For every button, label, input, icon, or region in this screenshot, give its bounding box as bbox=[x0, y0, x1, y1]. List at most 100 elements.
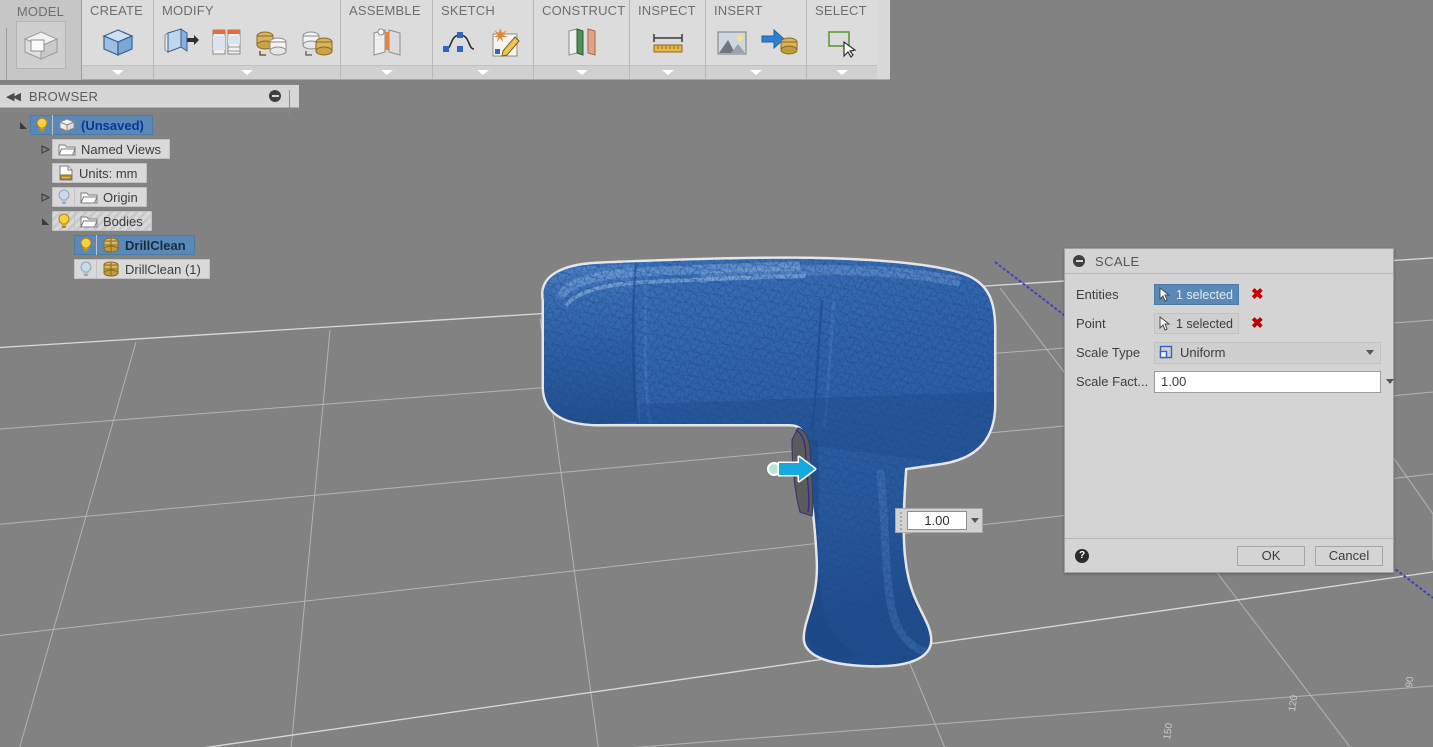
toolbar-grip[interactable] bbox=[6, 28, 11, 80]
tree-item-body[interactable]: (Unsaved) bbox=[30, 115, 153, 135]
browser-resize-grip[interactable] bbox=[289, 90, 293, 114]
units-icon bbox=[58, 165, 74, 181]
expander-closed-icon[interactable] bbox=[40, 192, 50, 202]
red-x-icon[interactable]: ✖ bbox=[1251, 287, 1264, 302]
align-icon[interactable] bbox=[210, 23, 244, 61]
tree-expander bbox=[60, 233, 74, 257]
tree-item-origin[interactable]: Origin bbox=[0, 185, 299, 209]
minus-circle-icon[interactable] bbox=[1073, 255, 1085, 267]
tree-expander[interactable] bbox=[38, 209, 52, 233]
panel-create: CREATE bbox=[82, 0, 154, 79]
manipulator-value-input[interactable]: 1.00 bbox=[895, 508, 983, 533]
visibility-toggle[interactable] bbox=[53, 211, 75, 231]
workspace-switcher-model[interactable]: MODEL bbox=[0, 0, 82, 80]
panel-create-dropdown[interactable] bbox=[82, 65, 153, 79]
panel-inspect: INSPECT bbox=[630, 0, 706, 79]
panel-construct-dropdown[interactable] bbox=[534, 65, 629, 79]
expander-closed-icon[interactable] bbox=[40, 144, 50, 154]
tree-item-bodies[interactable]: Bodies bbox=[0, 209, 299, 233]
visibility-bulb-icon[interactable] bbox=[79, 261, 93, 277]
chevron-down-icon bbox=[380, 70, 393, 75]
panel-select-dropdown[interactable] bbox=[807, 65, 877, 79]
tree-expander[interactable] bbox=[16, 113, 30, 137]
visibility-bulb-icon[interactable] bbox=[35, 117, 49, 133]
folder-icon bbox=[80, 216, 98, 227]
tree-item-drillclean-1[interactable]: DrillClean (1) bbox=[0, 257, 299, 281]
question-mark-icon[interactable]: ? bbox=[1075, 548, 1089, 563]
tree-item-unsaved[interactable]: (Unsaved) bbox=[0, 113, 299, 137]
measure-icon[interactable] bbox=[648, 23, 688, 61]
chevron-down-icon[interactable] bbox=[1386, 379, 1394, 384]
chevron-down-icon bbox=[750, 70, 762, 75]
folder-icon bbox=[58, 142, 76, 157]
visibility-toggle[interactable] bbox=[31, 115, 53, 135]
body-icon bbox=[103, 261, 119, 277]
insert-mesh-icon[interactable] bbox=[760, 23, 798, 61]
chevron-down-icon bbox=[241, 70, 253, 75]
expander-open-icon[interactable] bbox=[19, 121, 28, 130]
visibility-bulb-icon[interactable] bbox=[79, 237, 93, 253]
cancel-button[interactable]: Cancel bbox=[1315, 545, 1383, 566]
scale-type-dropdown[interactable]: Uniform bbox=[1154, 341, 1381, 364]
panel-assemble-dropdown[interactable] bbox=[341, 65, 432, 79]
visibility-toggle[interactable] bbox=[75, 235, 97, 255]
create-sketch-icon[interactable] bbox=[488, 23, 525, 61]
select-window-icon[interactable] bbox=[822, 23, 862, 61]
combine-icon[interactable] bbox=[254, 23, 290, 61]
scale-drag-arrow-icon[interactable] bbox=[765, 452, 821, 486]
panel-insert-dropdown[interactable] bbox=[706, 65, 806, 79]
ok-button[interactable]: OK bbox=[1237, 545, 1305, 566]
cube-icon bbox=[15, 21, 66, 69]
panel-inspect-dropdown[interactable] bbox=[630, 65, 705, 79]
main-toolbar: MODEL CREATE MODIFY ASSEMBLE SKETCH CONS… bbox=[0, 0, 890, 80]
box-icon[interactable] bbox=[98, 23, 138, 61]
visibility-toggle[interactable] bbox=[53, 187, 75, 207]
tree-item-drillclean[interactable]: DrillClean bbox=[0, 233, 299, 257]
visibility-bulb-icon[interactable] bbox=[57, 189, 71, 205]
scale-dialog-titlebar[interactable]: SCALE bbox=[1065, 249, 1393, 274]
folder-icon bbox=[80, 214, 98, 229]
offset-plane-icon[interactable] bbox=[562, 23, 602, 61]
tree-item-named-views[interactable]: Named Views bbox=[0, 137, 299, 161]
tree-item-body[interactable]: Bodies bbox=[52, 211, 152, 231]
scale-factor-input[interactable]: 1.00 bbox=[1154, 370, 1394, 393]
insert-canvas-icon[interactable] bbox=[714, 23, 750, 61]
workspace-label: MODEL bbox=[16, 4, 65, 19]
red-x-icon[interactable]: ✖ bbox=[1251, 316, 1264, 331]
tree-item-body[interactable]: Units: mm bbox=[52, 163, 147, 183]
tree-item-units-mm[interactable]: Units: mm bbox=[0, 161, 299, 185]
manipulator-value[interactable]: 1.00 bbox=[907, 511, 967, 530]
row-point: Point 1 selected ✖ bbox=[1065, 309, 1393, 338]
panel-title-modify: MODIFY bbox=[162, 3, 214, 18]
joint-icon[interactable] bbox=[367, 23, 407, 61]
tree-item-body[interactable]: Named Views bbox=[52, 139, 170, 159]
expander-open-icon[interactable] bbox=[41, 217, 50, 226]
panel-sketch-dropdown[interactable] bbox=[433, 65, 533, 79]
panel-title-construct: CONSTRUCT bbox=[542, 3, 626, 18]
chevron-down-icon bbox=[1366, 350, 1374, 355]
panel-modify-dropdown[interactable] bbox=[154, 65, 340, 79]
panel-title-select: SELECT bbox=[815, 3, 867, 18]
drag-grip-icon[interactable] bbox=[896, 509, 906, 532]
press-pull-icon[interactable] bbox=[162, 23, 200, 61]
replace-face-icon[interactable] bbox=[300, 23, 336, 61]
double-left-arrow-icon[interactable]: ◀◀ bbox=[6, 90, 21, 103]
document-icon bbox=[58, 118, 76, 132]
tree-item-body[interactable]: DrillClean bbox=[74, 235, 195, 255]
minus-circle-icon[interactable] bbox=[269, 90, 281, 102]
visibility-bulb-icon[interactable] bbox=[57, 213, 71, 229]
chevron-down-icon bbox=[111, 70, 124, 75]
uniform-scale-icon bbox=[1159, 345, 1173, 359]
visibility-toggle[interactable] bbox=[75, 259, 97, 279]
point-select-field[interactable]: 1 selected bbox=[1154, 313, 1239, 334]
row-entities: Entities 1 selected ✖ bbox=[1065, 280, 1393, 309]
tree-expander[interactable] bbox=[38, 185, 52, 209]
body-icon bbox=[102, 261, 120, 277]
chevron-down-icon bbox=[575, 70, 588, 75]
tree-expander[interactable] bbox=[38, 137, 52, 161]
entities-select-field[interactable]: 1 selected bbox=[1154, 284, 1239, 305]
spline-icon[interactable] bbox=[441, 23, 478, 61]
chevron-down-icon[interactable] bbox=[968, 518, 982, 523]
tree-item-body[interactable]: DrillClean (1) bbox=[74, 259, 210, 279]
tree-item-body[interactable]: Origin bbox=[52, 187, 147, 207]
